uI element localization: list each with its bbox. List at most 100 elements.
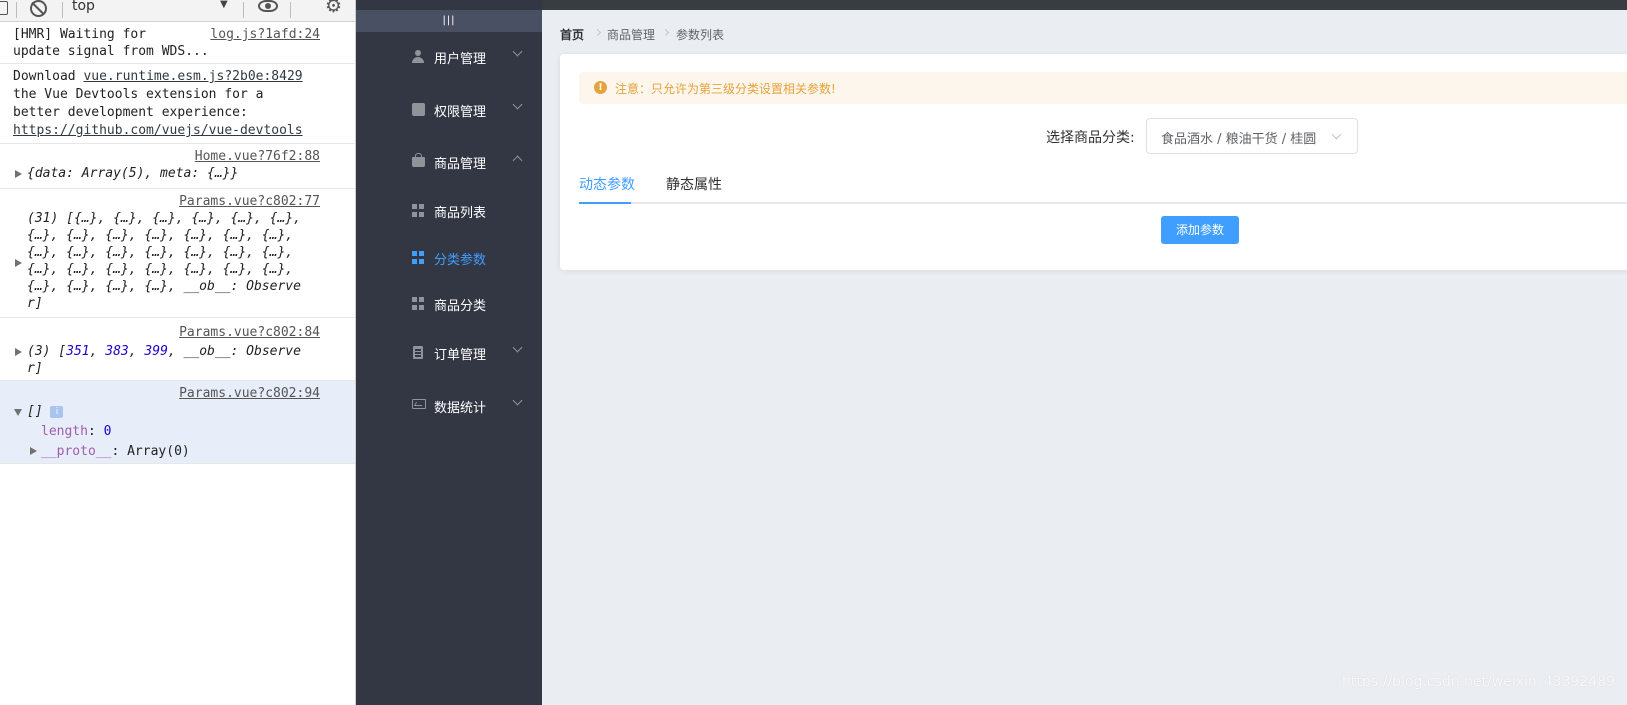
caret-down-icon[interactable]: ▼ — [220, 0, 228, 10]
console-toolbar: top ▼ ⚙ — [0, 0, 355, 22]
tab-static-attributes[interactable]: 静态属性 — [666, 174, 722, 194]
source-link[interactable]: vue.runtime.esm.js?2b0e:8429 — [83, 69, 302, 84]
property-row[interactable]: __proto__: Array(0) — [41, 443, 190, 461]
sidebar-item-label: 商品管理 — [434, 157, 487, 172]
expand-triangle-icon[interactable] — [15, 259, 22, 267]
breadcrumb-home[interactable]: 首页 — [560, 26, 584, 43]
context-select[interactable]: top — [72, 0, 95, 14]
console-message: [HMR] Waiting for log.js?1afd:24 update … — [0, 22, 355, 64]
array-preview-line: r] — [27, 361, 43, 376]
breadcrumb-separator-icon — [593, 28, 602, 37]
console-message: Download vue.runtime.esm.js?2b0e:8429 th… — [0, 64, 355, 144]
tabs: 动态参数 静态属性 — [579, 164, 1627, 204]
empty-array: [] — [27, 404, 43, 419]
alert-text: 注意：只允许为第三级分类设置相关参数! — [615, 82, 836, 96]
message-text: Download vue.runtime.esm.js?2b0e:8429 — [13, 68, 303, 86]
chevron-down-icon — [512, 46, 523, 57]
grid-icon — [412, 204, 425, 217]
toolbar-divider — [243, 2, 244, 18]
sidebar-item-label: 商品列表 — [434, 206, 487, 221]
sidebar-item-order-management[interactable]: 订单管理 — [356, 333, 542, 373]
breadcrumb-separator-icon — [661, 28, 670, 37]
property-colon: : — [87, 424, 104, 439]
array-value: 383 — [105, 344, 129, 359]
bag-icon — [412, 153, 425, 167]
collapse-triangle-icon[interactable] — [14, 409, 22, 416]
sidebar-item-user-management[interactable]: 用户管理 — [356, 37, 542, 77]
info-icon[interactable]: i — [50, 406, 64, 418]
chevron-down-icon — [512, 342, 523, 353]
clipboard-icon — [413, 346, 423, 359]
sidebar-toggle-icon[interactable] — [0, 1, 8, 15]
sidebar-item-label: 订单管理 — [434, 348, 487, 363]
warning-icon: ! — [594, 81, 607, 94]
breadcrumb-item: 参数列表 — [676, 28, 725, 42]
array-value: 399 — [144, 344, 168, 359]
array-comma: , — [128, 344, 145, 359]
cascader-value: 食品酒水 / 粮油干货 / 桂圆 — [1161, 132, 1317, 147]
expand-triangle-icon[interactable] — [15, 170, 22, 178]
devtools-url-link[interactable]: https://github.com/vuejs/vue-devtools — [13, 122, 303, 140]
sidebar-item-label: 权限管理 — [434, 105, 487, 120]
array-preview[interactable]: (3) [351, 383, 399, __ob__: Observe — [27, 343, 301, 361]
property-key: __proto__ — [41, 444, 112, 459]
grid-icon — [412, 251, 425, 264]
source-link[interactable]: Home.vue?76f2:88 — [195, 148, 320, 166]
array-preview-line: {…}, {…}, {…}, {…}, __ob__: Observe — [27, 279, 301, 294]
sidebar-item-permission-management[interactable]: 权限管理 — [356, 90, 542, 130]
clear-console-icon[interactable] — [30, 0, 47, 17]
sidebar-item-label: 商品分类 — [434, 299, 487, 314]
sidebar-item-category-params[interactable]: 分类参数 — [356, 238, 542, 278]
sidebar: ||| 用户管理 权限管理 商品管理 商品列表 分类参数 商品分类 订单管理 数… — [356, 0, 542, 705]
source-link[interactable]: Params.vue?c802:94 — [179, 385, 320, 403]
main-content: 首页 商品管理 参数列表 ! 注意：只允许为第三级分类设置相关参数! 选择商品分… — [542, 10, 1627, 705]
tab-active-indicator — [579, 202, 631, 204]
eye-icon[interactable] — [258, 0, 278, 12]
array-preview[interactable]: [] i — [27, 403, 64, 421]
array-comma: , — [89, 344, 106, 359]
grid-icon — [412, 297, 425, 310]
object-preview[interactable]: {data: Array(5), meta: {…}} — [27, 165, 238, 183]
array-preview-line: {…}, {…}, {…}, {…}, {…}, {…}, {…}, — [27, 245, 294, 260]
category-label: 选择商品分类: — [1046, 130, 1135, 146]
box-icon — [412, 103, 425, 116]
console-message: Home.vue?76f2:88 {data: Array(5), meta: … — [0, 144, 355, 189]
sidebar-item-label: 分类参数 — [434, 253, 487, 268]
message-text: better development experience: — [13, 105, 248, 120]
array-suffix: , __ob__: Observe — [167, 344, 301, 359]
toolbar-divider — [62, 2, 63, 18]
console-message-selected: Params.vue?c802:94 [] i length: 0 __prot… — [0, 381, 355, 464]
collapse-toggle[interactable]: ||| — [356, 10, 542, 32]
source-link[interactable]: Params.vue?c802:77 — [179, 193, 320, 211]
message-prefix: Download — [13, 69, 84, 84]
expand-triangle-icon[interactable] — [15, 348, 22, 356]
expand-triangle-icon[interactable] — [30, 447, 37, 455]
source-link[interactable]: log.js?1afd:24 — [210, 26, 320, 44]
chevron-down-icon — [512, 99, 523, 110]
watermark: https://blog.csdn.net/weixin_43392489 — [1342, 674, 1616, 690]
header-bar — [542, 0, 1627, 10]
sidebar-item-statistics[interactable]: 数据统计 — [356, 386, 542, 426]
message-text: the Vue Devtools extension for a — [13, 87, 264, 102]
sidebar-item-label: 数据统计 — [434, 401, 487, 416]
params-card: ! 注意：只允许为第三级分类设置相关参数! 选择商品分类: 食品酒水 / 粮油干… — [560, 54, 1627, 270]
property-value: 0 — [103, 424, 112, 439]
tab-dynamic-params[interactable]: 动态参数 — [579, 174, 635, 194]
property-key: length — [41, 424, 88, 439]
message-text: update signal from WDS... — [13, 44, 209, 59]
source-link[interactable]: Params.vue?c802:84 — [179, 324, 320, 342]
console-message: Params.vue?c802:84 (3) [351, 383, 399, _… — [0, 318, 355, 381]
sidebar-item-label: 用户管理 — [434, 52, 487, 67]
warning-alert: ! 注意：只允许为第三级分类设置相关参数! — [579, 72, 1627, 104]
chevron-up-icon — [512, 155, 523, 166]
category-cascader[interactable]: 食品酒水 / 粮油干货 / 桂圆 — [1146, 118, 1358, 154]
chevron-down-icon — [512, 395, 523, 406]
sidebar-item-goods-management[interactable]: 商品管理 — [356, 142, 542, 182]
gear-icon[interactable]: ⚙ — [325, 0, 342, 16]
sidebar-item-goods-list[interactable]: 商品列表 — [356, 191, 542, 231]
chart-icon — [412, 399, 426, 409]
user-icon — [412, 50, 425, 63]
array-preview-line: (31) [{…}, {…}, {…}, {…}, {…}, {…}, — [27, 211, 301, 226]
add-param-button[interactable]: 添加参数 — [1161, 216, 1239, 244]
sidebar-item-goods-category[interactable]: 商品分类 — [356, 284, 542, 324]
